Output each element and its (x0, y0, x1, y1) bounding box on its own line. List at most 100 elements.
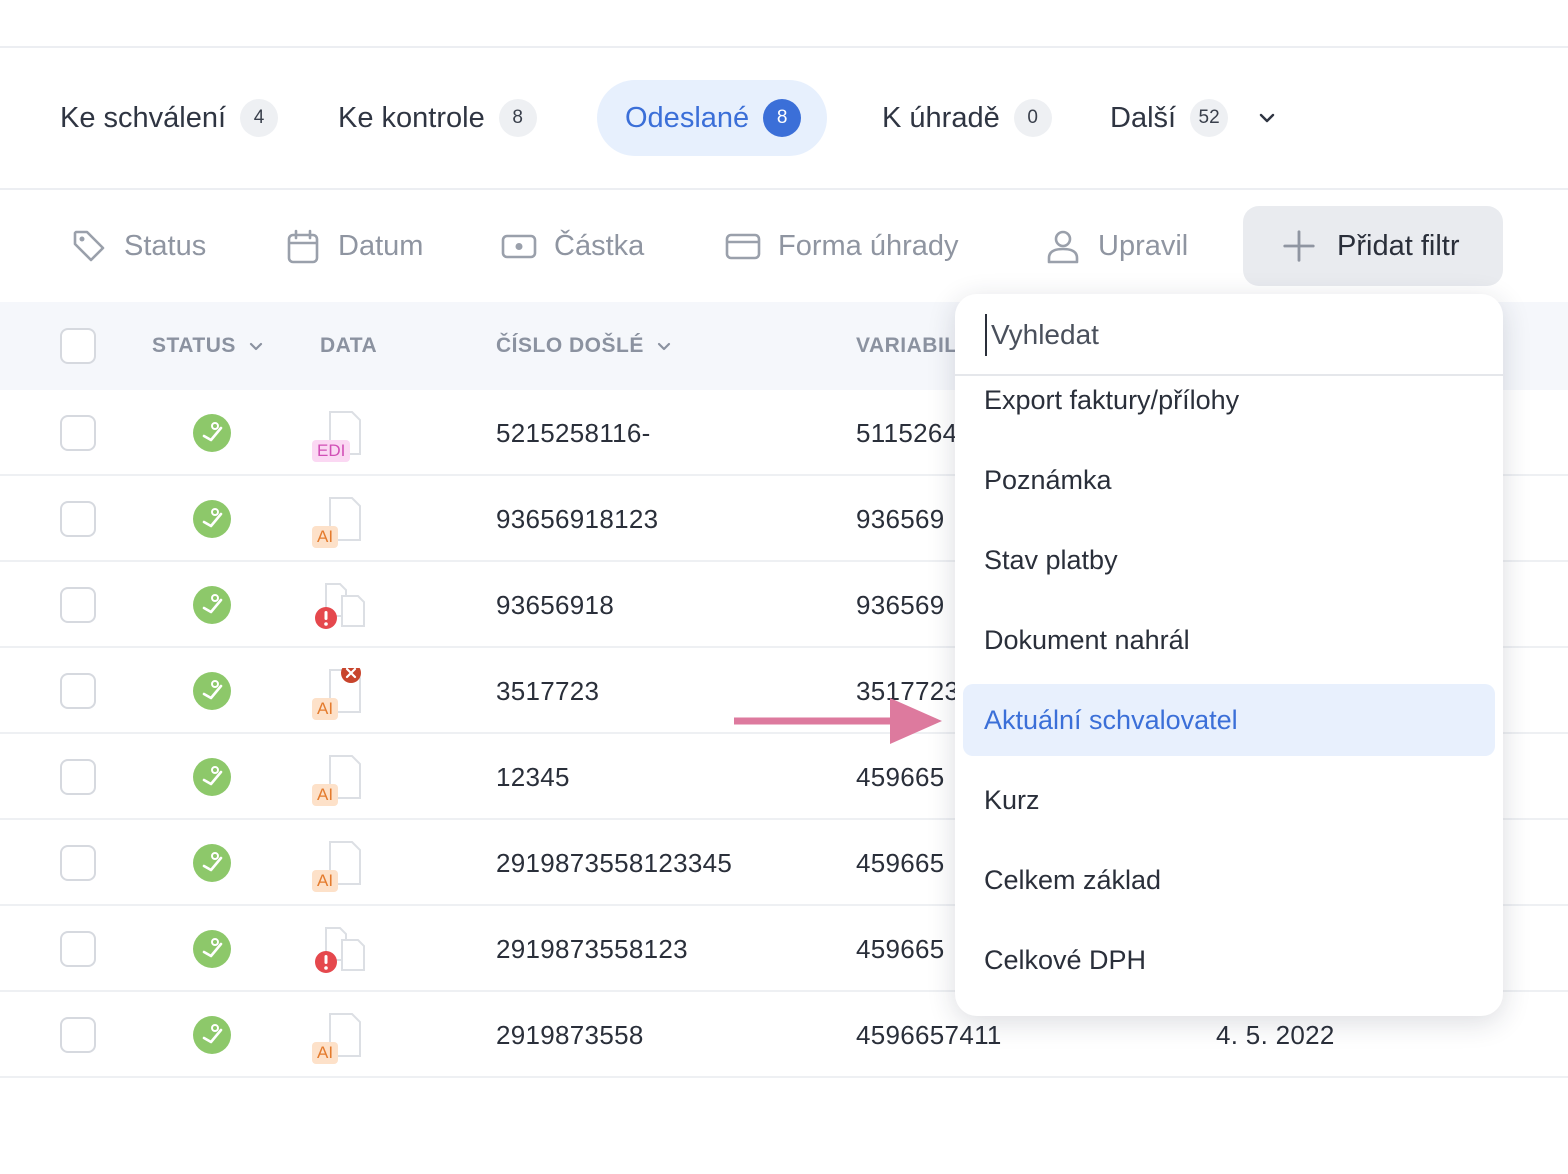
tab-count: 52 (1190, 99, 1229, 137)
row-checkbox[interactable] (60, 415, 96, 451)
filter-datum[interactable]: Datum (284, 206, 423, 286)
top-divider (0, 46, 1568, 48)
invoice-number: 93656918 (496, 589, 615, 620)
invoice-number: 12345 (496, 761, 570, 792)
menu-item-poznamka[interactable]: Poznámka (963, 444, 1495, 516)
filter-forma-uhrady[interactable]: Forma úhrady (724, 206, 959, 286)
column-cislo-dosle[interactable]: ČÍSLO DOŠLÉ (496, 302, 672, 390)
tab-label: Další (1110, 101, 1177, 134)
column-label: ČÍSLO DOŠLÉ (496, 334, 644, 357)
column-label: STATUS (152, 334, 236, 357)
menu-item-aktualni-schvalovatel[interactable]: Aktuální schvalovatel (963, 684, 1495, 756)
invoice-number: 93656918123 (496, 503, 659, 534)
filter-status[interactable]: Status (70, 206, 206, 286)
tab-ke-schvaleni[interactable]: Ke schválení 4 (60, 80, 279, 156)
tab-count: 4 (240, 99, 279, 137)
ai-badge: AI (312, 698, 339, 720)
document-icon: AI (308, 840, 372, 892)
banknote-icon (501, 234, 537, 259)
ai-badge: AI (312, 870, 339, 892)
tab-label: Odeslané (625, 101, 750, 134)
document-icon: AI (308, 754, 372, 806)
chevron-down-icon (657, 342, 670, 351)
variable-symbol: 459665 (856, 761, 945, 792)
row-checkbox[interactable] (60, 673, 96, 709)
document-icon: AI (308, 663, 372, 720)
tab-divider (0, 188, 1568, 190)
column-label: VARIABIL (856, 334, 958, 357)
sent-status-icon (193, 844, 231, 882)
menu-item-celkove-dph[interactable]: Celkové DPH (963, 924, 1495, 996)
variable-symbol: 459665 (856, 933, 945, 964)
ai-badge: AI (312, 526, 339, 548)
calendar-icon (287, 229, 319, 264)
plus-icon (1283, 230, 1315, 262)
sent-status-icon (193, 672, 231, 710)
document-icon: EDI (308, 410, 372, 462)
tab-label: Ke kontrole (338, 101, 485, 134)
column-label: DATA (320, 334, 378, 357)
filter-label: Status (124, 229, 207, 262)
column-variabilni[interactable]: VARIABIL (856, 302, 958, 390)
column-status[interactable]: STATUS (152, 302, 264, 390)
row-checkbox[interactable] (60, 1017, 96, 1053)
sent-status-icon (193, 1016, 231, 1054)
add-filter-button[interactable]: Přidat filtr (1243, 206, 1503, 286)
invoice-number: 3517723 (496, 675, 600, 706)
ai-badge: AI (312, 784, 339, 806)
sent-status-icon (193, 586, 231, 624)
sent-status-icon (193, 758, 231, 796)
document-icon: AI (308, 496, 372, 548)
tab-bar: Ke schválení 4 Ke kontrole 8 Odeslané 8 … (0, 80, 1568, 156)
variable-symbol: 936569 (856, 589, 945, 620)
ai-badge: AI (312, 1042, 339, 1064)
invoice-number: 5215258116- (496, 417, 651, 448)
credit-card-icon (725, 233, 761, 260)
user-icon (1047, 230, 1079, 264)
sent-status-icon (193, 414, 231, 452)
document-icon: AI (308, 1012, 372, 1064)
row-checkbox[interactable] (60, 501, 96, 537)
select-all-checkbox[interactable] (60, 328, 96, 364)
search-input[interactable] (985, 314, 1465, 356)
tab-k-uhrade[interactable]: K úhradě 0 (882, 80, 1052, 156)
add-filter-label: Přidat filtr (1337, 229, 1460, 262)
row-checkbox[interactable] (60, 931, 96, 967)
menu-item-celkem-zaklad[interactable]: Celkem základ (963, 844, 1495, 916)
multiple-documents-error-icon (308, 926, 372, 978)
menu-item-dokument-nahral[interactable]: Dokument nahrál (963, 604, 1495, 676)
filter-bar: Status Datum Částka Forma úhrady Upravil… (0, 206, 1568, 286)
filter-label: Částka (554, 229, 645, 262)
filter-upravil[interactable]: Upravil (1044, 206, 1188, 286)
tab-count: 0 (1013, 99, 1052, 137)
tab-count: 8 (498, 99, 537, 137)
row-checkbox[interactable] (60, 845, 96, 881)
menu-item-export[interactable]: Export faktury/přílohy (963, 364, 1495, 436)
menu-item-stav-platby[interactable]: Stav platby (963, 524, 1495, 596)
chevron-down-icon (249, 342, 262, 351)
variable-symbol: 5115264 (856, 417, 958, 448)
invoice-number: 2919873558123 (496, 933, 688, 964)
filter-label: Upravil (1098, 229, 1189, 262)
variable-symbol: 936569 (856, 503, 945, 534)
row-checkbox[interactable] (60, 587, 96, 623)
chevron-down-icon[interactable] (1258, 109, 1276, 127)
invoice-number: 2919873558 (496, 1019, 644, 1050)
add-filter-dropdown: Export faktury/přílohy Poznámka Stav pla… (955, 294, 1503, 1016)
row-checkbox[interactable] (60, 759, 96, 795)
arrow-annotation-icon (734, 698, 942, 744)
tab-odeslane[interactable]: Odeslané 8 (597, 80, 828, 156)
tab-count: 8 (763, 99, 802, 137)
tab-ke-kontrole[interactable]: Ke kontrole 8 (338, 80, 537, 156)
tab-label: K úhradě (882, 101, 1000, 134)
filter-castka[interactable]: Částka (500, 206, 644, 286)
sent-status-icon (193, 930, 231, 968)
variable-symbol: 459665 (856, 847, 945, 878)
edi-badge: EDI (312, 440, 351, 462)
tab-label: Ke schválení (60, 101, 227, 134)
filter-label: Datum (338, 229, 424, 262)
tab-dalsi[interactable]: Další 52 (1110, 80, 1276, 156)
menu-item-kurz[interactable]: Kurz (963, 764, 1495, 836)
invoice-number: 2919873558123345 (496, 847, 733, 878)
column-data: DATA (320, 302, 377, 390)
